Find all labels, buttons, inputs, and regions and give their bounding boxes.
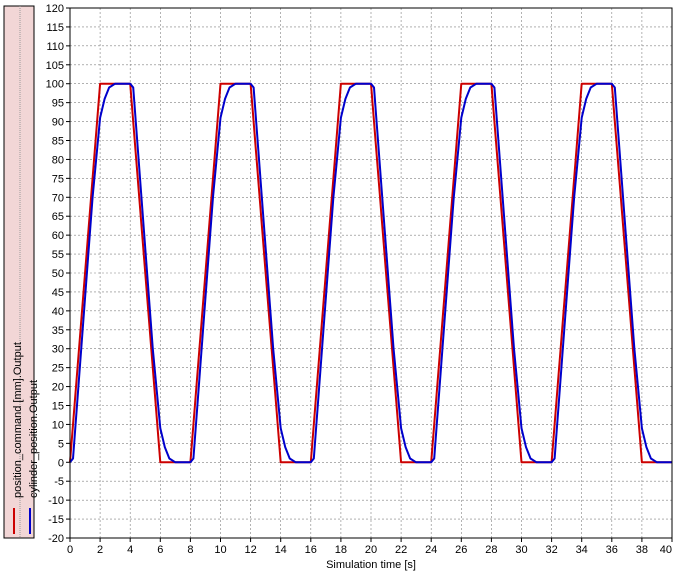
x-tick-label: 38 xyxy=(636,544,648,556)
x-tick-label: 6 xyxy=(157,544,163,556)
chart-root: position_command [mm].Output cylinder_po… xyxy=(0,0,686,572)
y-tick-label: 35 xyxy=(52,325,64,337)
x-tick-label: 8 xyxy=(187,544,193,556)
chart-svg: position_command [mm].Output cylinder_po… xyxy=(3,3,673,571)
x-tick-label: 36 xyxy=(606,544,618,556)
x-tick-label: 40 xyxy=(660,544,672,556)
x-tick-label: 0 xyxy=(67,544,73,556)
y-tick-label: 90 xyxy=(52,117,64,129)
y-tick-label: 0 xyxy=(58,457,64,469)
y-tick-label: 85 xyxy=(52,136,64,148)
y-tick-label: 110 xyxy=(46,41,64,53)
y-tick-label: 20 xyxy=(52,382,64,394)
y-tick-label: 30 xyxy=(52,344,64,356)
x-tick-label: 30 xyxy=(515,544,527,556)
x-tick-label: 18 xyxy=(335,544,347,556)
x-tick-label: 4 xyxy=(127,544,133,556)
y-tick-label: -10 xyxy=(48,495,64,507)
y-tick-label: 100 xyxy=(46,79,64,91)
x-tick-label: 10 xyxy=(214,544,226,556)
y-tick-label: 5 xyxy=(58,438,64,450)
legend-label-cylinder: cylinder_position.Output xyxy=(28,380,40,498)
y-tick-label: 80 xyxy=(52,154,64,166)
x-tick-label: 28 xyxy=(485,544,497,556)
y-tick-label: 65 xyxy=(52,211,64,223)
x-axis-label: Simulation time [s] xyxy=(326,559,416,571)
x-tick-label: 20 xyxy=(365,544,377,556)
y-tick-label: 55 xyxy=(52,249,64,261)
y-tick-label: 115 xyxy=(46,22,64,34)
y-tick-label: 45 xyxy=(52,287,64,299)
x-tick-label: 34 xyxy=(576,544,588,556)
y-tick-label: 120 xyxy=(46,3,64,15)
y-tick-label: 70 xyxy=(52,192,64,204)
x-tick-label: 2 xyxy=(97,544,103,556)
y-tick-label: -20 xyxy=(48,533,64,545)
y-tick-label: 10 xyxy=(52,419,64,431)
x-tick-label: 14 xyxy=(275,544,287,556)
x-tick-label: 26 xyxy=(455,544,467,556)
y-tick-labels: -20 -15 -10 -5 0 5 10 15 20 25 30 35 40 45 50 55 60 65 70 7… xyxy=(46,3,70,545)
y-tick-label: 75 xyxy=(52,173,64,185)
y-tick-label: 25 xyxy=(52,363,64,375)
y-tick-label: 60 xyxy=(52,230,64,242)
y-tick-label: 50 xyxy=(52,268,64,280)
x-tick-labels: 0 2 4 6 8 10 12 14 16 18 20 22 24 26 28 30 32 34 36 38 40 xyxy=(67,538,673,556)
x-tick-label: 16 xyxy=(305,544,317,556)
y-tick-label: 105 xyxy=(46,60,64,72)
y-tick-label: -5 xyxy=(54,476,64,488)
y-tick-label: 95 xyxy=(52,98,64,110)
x-tick-label: 12 xyxy=(244,544,256,556)
x-tick-label: 32 xyxy=(545,544,557,556)
y-tick-label: 15 xyxy=(52,401,64,413)
x-tick-label: 24 xyxy=(425,544,437,556)
y-tick-label: -15 xyxy=(48,514,64,526)
y-tick-label: 40 xyxy=(52,306,64,318)
legend-label-command: position_command [mm].Output xyxy=(12,342,24,498)
x-tick-label: 22 xyxy=(395,544,407,556)
